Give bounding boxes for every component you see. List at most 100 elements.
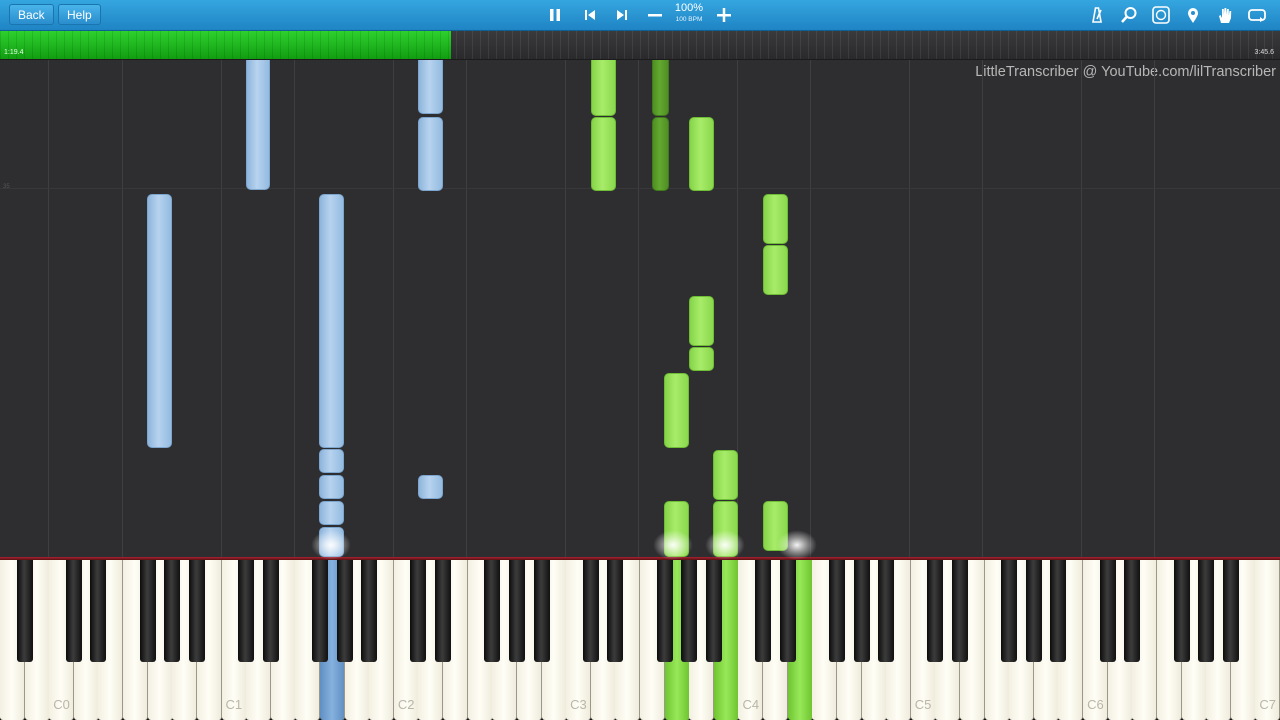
black-key[interactable] bbox=[681, 560, 698, 662]
black-key[interactable] bbox=[952, 560, 968, 662]
left-hand-note bbox=[319, 194, 344, 448]
elapsed-time: 1:19.4 bbox=[4, 49, 24, 56]
black-key[interactable] bbox=[927, 560, 944, 662]
measure-number: 35 bbox=[3, 184, 10, 190]
grid-line bbox=[221, 60, 222, 557]
left-hand-note bbox=[418, 60, 443, 114]
grid-line bbox=[638, 60, 639, 557]
black-key[interactable] bbox=[16, 560, 33, 662]
measure-line bbox=[0, 188, 1280, 189]
octave-label: C6 bbox=[1087, 697, 1104, 712]
black-key[interactable] bbox=[755, 560, 772, 662]
black-key[interactable] bbox=[139, 560, 156, 662]
octave-label: C7 bbox=[1259, 697, 1276, 712]
left-hand-note bbox=[246, 60, 270, 190]
black-key[interactable] bbox=[435, 560, 452, 662]
note-impact-glow bbox=[311, 530, 351, 560]
plus-icon[interactable] bbox=[714, 5, 734, 25]
black-key[interactable] bbox=[164, 560, 181, 662]
black-key[interactable] bbox=[779, 560, 796, 662]
note-impact-glow bbox=[653, 530, 693, 560]
right-hand-note bbox=[664, 373, 689, 448]
black-key[interactable] bbox=[312, 560, 328, 662]
black-key[interactable] bbox=[656, 560, 673, 662]
octave-label: C5 bbox=[914, 697, 932, 712]
grid-line bbox=[294, 60, 295, 557]
black-key[interactable] bbox=[1198, 560, 1215, 662]
right-hand-note bbox=[591, 117, 616, 191]
black-key[interactable] bbox=[410, 560, 427, 662]
grid-line bbox=[565, 60, 566, 557]
black-key[interactable] bbox=[188, 560, 205, 662]
black-key[interactable] bbox=[533, 560, 550, 662]
grid-line bbox=[1154, 60, 1155, 557]
minus-icon[interactable] bbox=[645, 5, 665, 25]
grid-line bbox=[393, 60, 394, 557]
magnifier-icon[interactable] bbox=[1119, 5, 1139, 25]
black-key[interactable] bbox=[878, 560, 895, 662]
location-pin-icon[interactable] bbox=[1183, 5, 1203, 25]
right-hand-note bbox=[713, 450, 738, 500]
grid-line bbox=[810, 60, 811, 557]
metronome-icon[interactable] bbox=[1087, 5, 1107, 25]
piano-keyboard bbox=[0, 557, 1280, 720]
grid-line bbox=[1081, 60, 1082, 557]
progress-bar[interactable] bbox=[0, 31, 1280, 60]
black-key[interactable] bbox=[65, 560, 82, 662]
right-hand-note bbox=[652, 117, 669, 191]
note-impact-glow bbox=[777, 530, 817, 560]
right-hand-note bbox=[689, 347, 714, 371]
black-key[interactable] bbox=[1025, 560, 1042, 662]
toolbar: Back Help 100% 100 BPM bbox=[0, 0, 1280, 31]
key-label-icon[interactable] bbox=[1151, 5, 1171, 25]
octave-label: C4 bbox=[742, 697, 760, 712]
left-hand-note bbox=[319, 501, 344, 525]
black-key[interactable] bbox=[1124, 560, 1141, 662]
octave-label: C2 bbox=[397, 697, 415, 712]
black-key[interactable] bbox=[262, 560, 279, 662]
black-key[interactable] bbox=[1001, 560, 1018, 662]
black-key[interactable] bbox=[90, 560, 107, 662]
channel-credit: LittleTranscriber @ YouTube.com/lilTrans… bbox=[975, 64, 1276, 80]
grid-line bbox=[122, 60, 123, 557]
left-hand-note bbox=[319, 449, 344, 473]
back-button[interactable]: Back bbox=[9, 4, 54, 25]
speed-bpm: 100 BPM bbox=[675, 16, 703, 23]
note-roll: 35 LittleTranscriber @ YouTube.com/lilTr… bbox=[0, 60, 1280, 557]
left-hand-note bbox=[319, 475, 344, 499]
octave-label: C1 bbox=[225, 697, 243, 712]
black-key[interactable] bbox=[853, 560, 870, 662]
total-time: 3:45.6 bbox=[1254, 49, 1274, 56]
left-hand-note bbox=[418, 475, 443, 499]
white-key[interactable] bbox=[1255, 560, 1280, 720]
right-hand-note bbox=[689, 117, 714, 191]
note-impact-glow bbox=[705, 530, 745, 560]
hand-icon[interactable] bbox=[1215, 5, 1235, 25]
grid-line bbox=[48, 60, 49, 557]
grid-line bbox=[909, 60, 910, 557]
black-key[interactable] bbox=[828, 560, 845, 662]
black-key[interactable] bbox=[582, 560, 599, 662]
black-key[interactable] bbox=[607, 560, 624, 662]
black-key[interactable] bbox=[361, 560, 378, 662]
octave-label: C3 bbox=[570, 697, 587, 712]
right-hand-note bbox=[591, 60, 616, 116]
loop-icon[interactable] bbox=[1247, 5, 1267, 25]
right-hand-note bbox=[652, 60, 669, 116]
black-key[interactable] bbox=[705, 560, 722, 662]
skip-back-icon[interactable] bbox=[580, 5, 600, 25]
left-hand-note bbox=[418, 117, 443, 191]
left-hand-note bbox=[147, 194, 172, 448]
black-key[interactable] bbox=[238, 560, 255, 662]
black-key[interactable] bbox=[1099, 560, 1116, 662]
black-key[interactable] bbox=[336, 560, 353, 662]
skip-forward-icon[interactable] bbox=[612, 5, 632, 25]
help-button[interactable]: Help bbox=[58, 4, 101, 25]
black-key[interactable] bbox=[1173, 560, 1190, 662]
black-key[interactable] bbox=[508, 560, 525, 662]
right-hand-note bbox=[763, 245, 788, 295]
black-key[interactable] bbox=[1222, 560, 1239, 662]
black-key[interactable] bbox=[484, 560, 501, 662]
black-key[interactable] bbox=[1050, 560, 1067, 662]
pause-icon[interactable] bbox=[545, 5, 565, 25]
